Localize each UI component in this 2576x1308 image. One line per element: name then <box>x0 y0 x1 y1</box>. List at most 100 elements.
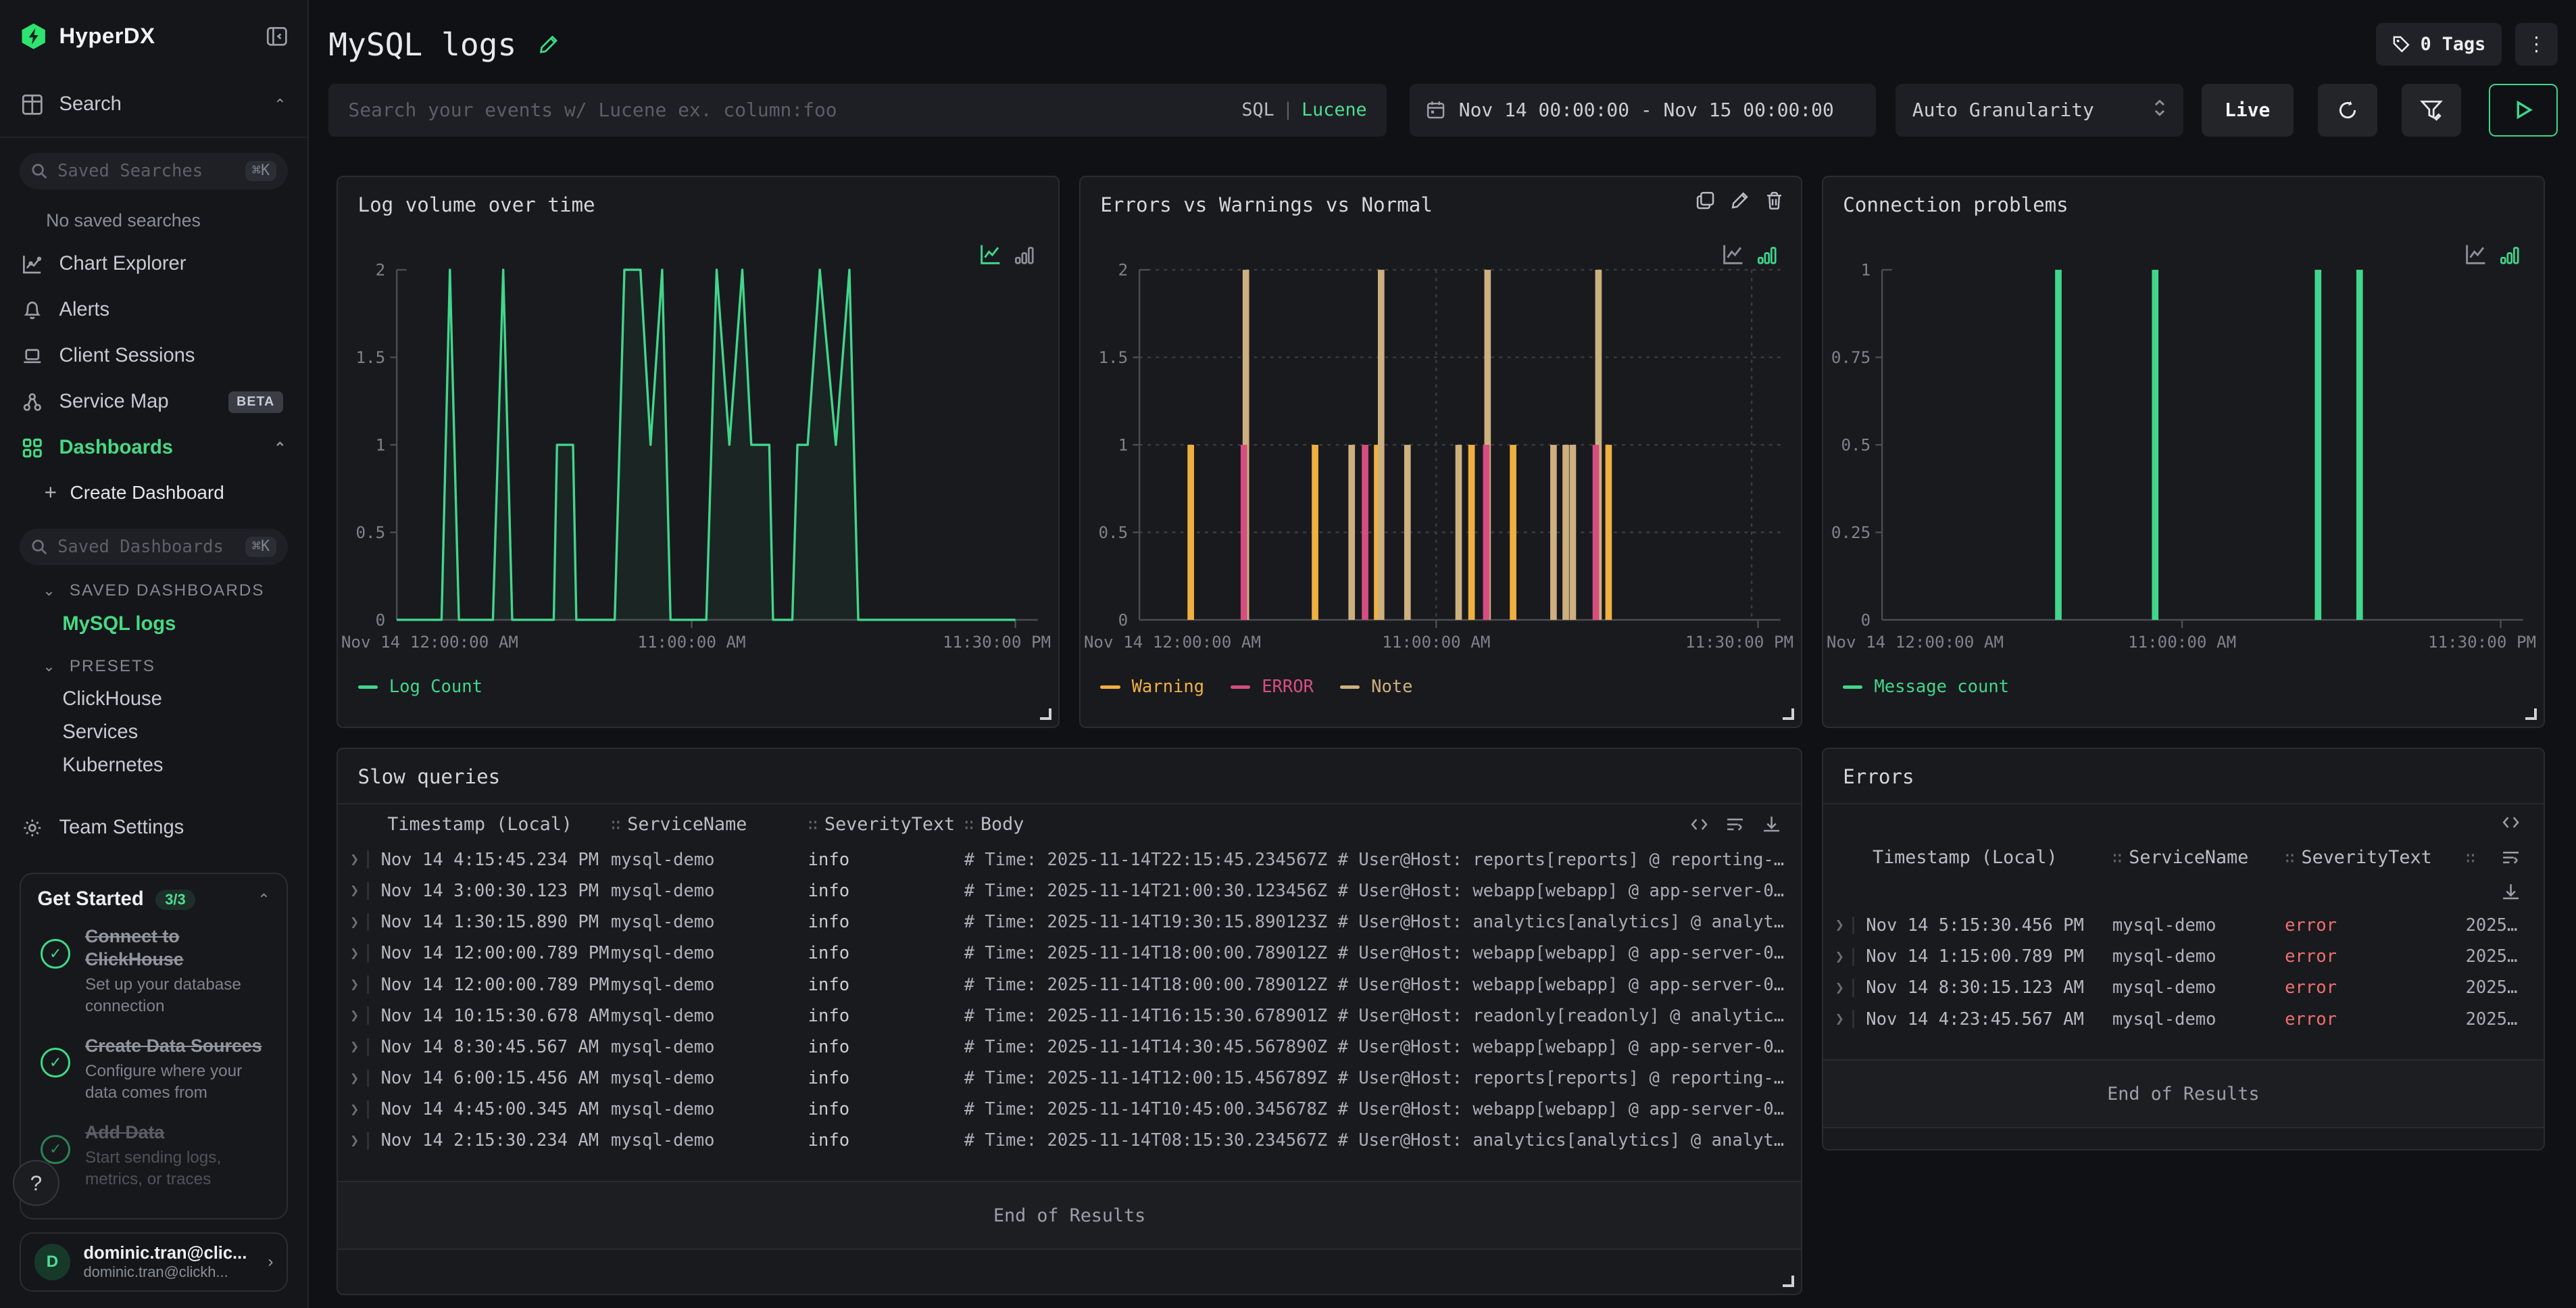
bar-chart-toggle-icon[interactable] <box>1756 244 1778 266</box>
refresh-button[interactable] <box>2318 84 2377 137</box>
expand-row-icon[interactable]: ❯ <box>350 914 359 931</box>
table-row[interactable]: ❯ Nov 14 1:15:00.789 PM mysql-demo error… <box>1823 941 2544 972</box>
sidebar-item-kubernetes[interactable]: Kubernetes <box>0 749 307 782</box>
tags-button[interactable]: 0 Tags <box>2376 23 2502 66</box>
edit-title-icon[interactable] <box>538 34 560 55</box>
delete-chart-icon[interactable] <box>1764 191 1784 210</box>
duplicate-chart-icon[interactable] <box>1695 191 1715 210</box>
sidebar-item-services[interactable]: Services <box>0 716 307 749</box>
column-timestamp[interactable]: Timestamp (Local) <box>381 814 611 835</box>
sidebar-item-clickhouse[interactable]: ClickHouse <box>0 683 307 717</box>
expand-row-icon[interactable]: ❯ <box>350 1101 359 1118</box>
get-started-step[interactable]: ✓ Add DataStart sending logs, metrics, o… <box>37 1121 270 1190</box>
help-button[interactable]: ? <box>13 1160 59 1206</box>
get-started-header[interactable]: Get Started 3/3 ⌃ <box>37 888 270 911</box>
bar-chart-toggle-icon[interactable] <box>2499 244 2521 266</box>
table-row[interactable]: ❯ Nov 14 5:15:30.456 PM mysql-demo error… <box>1823 910 2544 941</box>
resize-handle[interactable] <box>1040 708 1051 720</box>
expand-row-icon[interactable]: ❯ <box>350 851 359 868</box>
resize-handle[interactable] <box>1783 708 1794 720</box>
sidebar-item-alerts[interactable]: Alerts <box>0 287 307 333</box>
download-icon[interactable] <box>2501 882 2521 902</box>
sidebar-item-search[interactable]: Search ⌃ <box>0 72 307 138</box>
get-started-step[interactable]: ✓ Create Data SourcesConfigure where you… <box>37 1035 270 1103</box>
edit-chart-icon[interactable] <box>1730 191 1750 210</box>
table-row[interactable]: ❯ Nov 14 4:23:45.567 AM mysql-demo error… <box>1823 1003 2544 1034</box>
create-dashboard-button[interactable]: + Create Dashboard <box>0 471 307 514</box>
line-chart-toggle-icon[interactable] <box>1722 243 1745 266</box>
column-servicename[interactable]: ∷ServiceName <box>2112 847 2285 868</box>
log-volume-chart[interactable]: 00.511.52Nov 14 12:00:00 AM11:00:00 AM11… <box>338 220 1058 667</box>
sql-toggle[interactable]: SQL <box>1241 99 1274 120</box>
drag-handle-icon[interactable]: ∷ <box>2466 848 2476 867</box>
table-row[interactable]: ❯ Nov 14 8:30:15.123 AM mysql-demo error… <box>1823 972 2544 1003</box>
expand-row-icon[interactable]: ❯ <box>1835 1011 1844 1027</box>
expand-row-icon[interactable]: ❯ <box>1835 917 1844 934</box>
connection-problems-chart[interactable]: 00.250.50.751Nov 14 12:00:00 AM11:00:00 … <box>1823 220 2543 667</box>
table-row[interactable]: ❯ Nov 14 6:00:15.456 AM mysql-demo info … <box>338 1063 1801 1094</box>
granularity-select[interactable]: Auto Granularity <box>1896 84 2183 137</box>
expand-row-icon[interactable]: ❯ <box>350 976 359 993</box>
expand-row-icon[interactable]: ❯ <box>350 1070 359 1087</box>
expand-row-icon[interactable]: ❯ <box>350 1007 359 1024</box>
resize-handle[interactable] <box>2525 708 2537 720</box>
column-severitytext[interactable]: ∷SeverityText <box>2285 847 2465 868</box>
wrap-lines-icon[interactable] <box>2501 848 2521 867</box>
lucene-toggle[interactable]: Lucene <box>1302 99 1367 120</box>
table-row[interactable]: ❯ Nov 14 12:00:00.789 PM mysql-demo info… <box>338 969 1801 1000</box>
sidebar-collapse-icon[interactable] <box>266 26 288 47</box>
query-language-toggle[interactable]: SQL|Lucene <box>1241 99 1366 120</box>
legend-item[interactable]: ERROR <box>1231 677 1314 697</box>
code-view-icon[interactable] <box>2501 813 2521 832</box>
bar-chart-toggle-icon[interactable] <box>1014 244 1035 266</box>
live-button[interactable]: Live <box>2202 84 2294 137</box>
table-row[interactable]: ❯ Nov 14 12:00:00.789 PM mysql-demo info… <box>338 938 1801 969</box>
time-range-picker[interactable]: Nov 14 00:00:00 - Nov 15 00:00:00 <box>1410 84 1876 137</box>
download-icon[interactable] <box>1762 815 1781 834</box>
event-search-input[interactable]: Search your events w/ Lucene ex. column:… <box>328 84 1387 137</box>
drag-handle-icon[interactable]: ∷ <box>808 815 818 834</box>
sidebar-item-chart-explorer[interactable]: Chart Explorer <box>0 241 307 287</box>
sidebar-item-dashboards[interactable]: Dashboards ⌃ <box>0 425 307 471</box>
table-row[interactable]: ❯ Nov 14 3:00:30.123 PM mysql-demo info … <box>338 875 1801 906</box>
column-body[interactable]: ∷Body <box>964 814 1024 835</box>
legend-item[interactable]: Note <box>1340 677 1413 697</box>
legend-item[interactable]: Warning <box>1100 677 1204 697</box>
run-query-button[interactable] <box>2489 84 2558 137</box>
column-severitytext[interactable]: ∷SeverityText <box>808 814 964 835</box>
drag-handle-icon[interactable]: ∷ <box>611 815 621 834</box>
line-chart-toggle-icon[interactable] <box>979 243 1002 266</box>
line-chart-toggle-icon[interactable] <box>2464 243 2487 266</box>
user-profile[interactable]: D dominic.tran@clic...dominic.tran@click… <box>20 1232 288 1292</box>
expand-row-icon[interactable]: ❯ <box>350 1132 359 1149</box>
drag-handle-icon[interactable]: ∷ <box>2112 848 2123 867</box>
presets-section[interactable]: ⌄PRESETS <box>0 650 307 683</box>
expand-row-icon[interactable]: ❯ <box>1835 979 1844 996</box>
legend-item[interactable]: Message count <box>1843 677 2009 697</box>
column-servicename[interactable]: ∷ServiceName <box>611 814 808 835</box>
saved-dashboards-section[interactable]: ⌄SAVED DASHBOARDS <box>0 575 307 608</box>
saved-searches-input[interactable]: Saved Searches ⌘K <box>20 153 288 189</box>
resize-handle[interactable] <box>1783 1276 1794 1287</box>
expand-row-icon[interactable]: ❯ <box>350 945 359 962</box>
drag-handle-icon[interactable]: ∷ <box>2285 848 2295 867</box>
table-row[interactable]: ❯ Nov 14 4:45:00.345 AM mysql-demo info … <box>338 1094 1801 1125</box>
more-menu-button[interactable]: ⋮ <box>2515 23 2558 66</box>
column-timestamp[interactable]: Timestamp (Local) <box>1866 847 2112 868</box>
expand-row-icon[interactable]: ❯ <box>350 1038 359 1055</box>
sidebar-item-team-settings[interactable]: Team Settings <box>0 804 307 850</box>
get-started-step[interactable]: ✓ Connect to ClickHouseSet up your datab… <box>37 925 270 1017</box>
sidebar-item-service-map[interactable]: Service Map BETA <box>0 379 307 425</box>
sidebar-item-mysql-logs[interactable]: MySQL logs <box>0 608 307 641</box>
saved-dashboards-input[interactable]: Saved Dashboards ⌘K <box>20 529 288 564</box>
sidebar-item-client-sessions[interactable]: Client Sessions <box>0 333 307 379</box>
expand-row-icon[interactable]: ❯ <box>350 882 359 899</box>
expand-row-icon[interactable]: ❯ <box>1835 948 1844 965</box>
table-row[interactable]: ❯ Nov 14 8:30:45.567 AM mysql-demo info … <box>338 1032 1801 1063</box>
table-row[interactable]: ❯ Nov 14 1:30:15.890 PM mysql-demo info … <box>338 906 1801 938</box>
filter-button[interactable] <box>2402 84 2461 137</box>
table-row[interactable]: ❯ Nov 14 4:15:45.234 PM mysql-demo info … <box>338 844 1801 875</box>
legend-item[interactable]: Log Count <box>358 677 482 697</box>
wrap-lines-icon[interactable] <box>1725 815 1745 834</box>
table-row[interactable]: ❯ Nov 14 10:15:30.678 AM mysql-demo info… <box>338 1000 1801 1032</box>
